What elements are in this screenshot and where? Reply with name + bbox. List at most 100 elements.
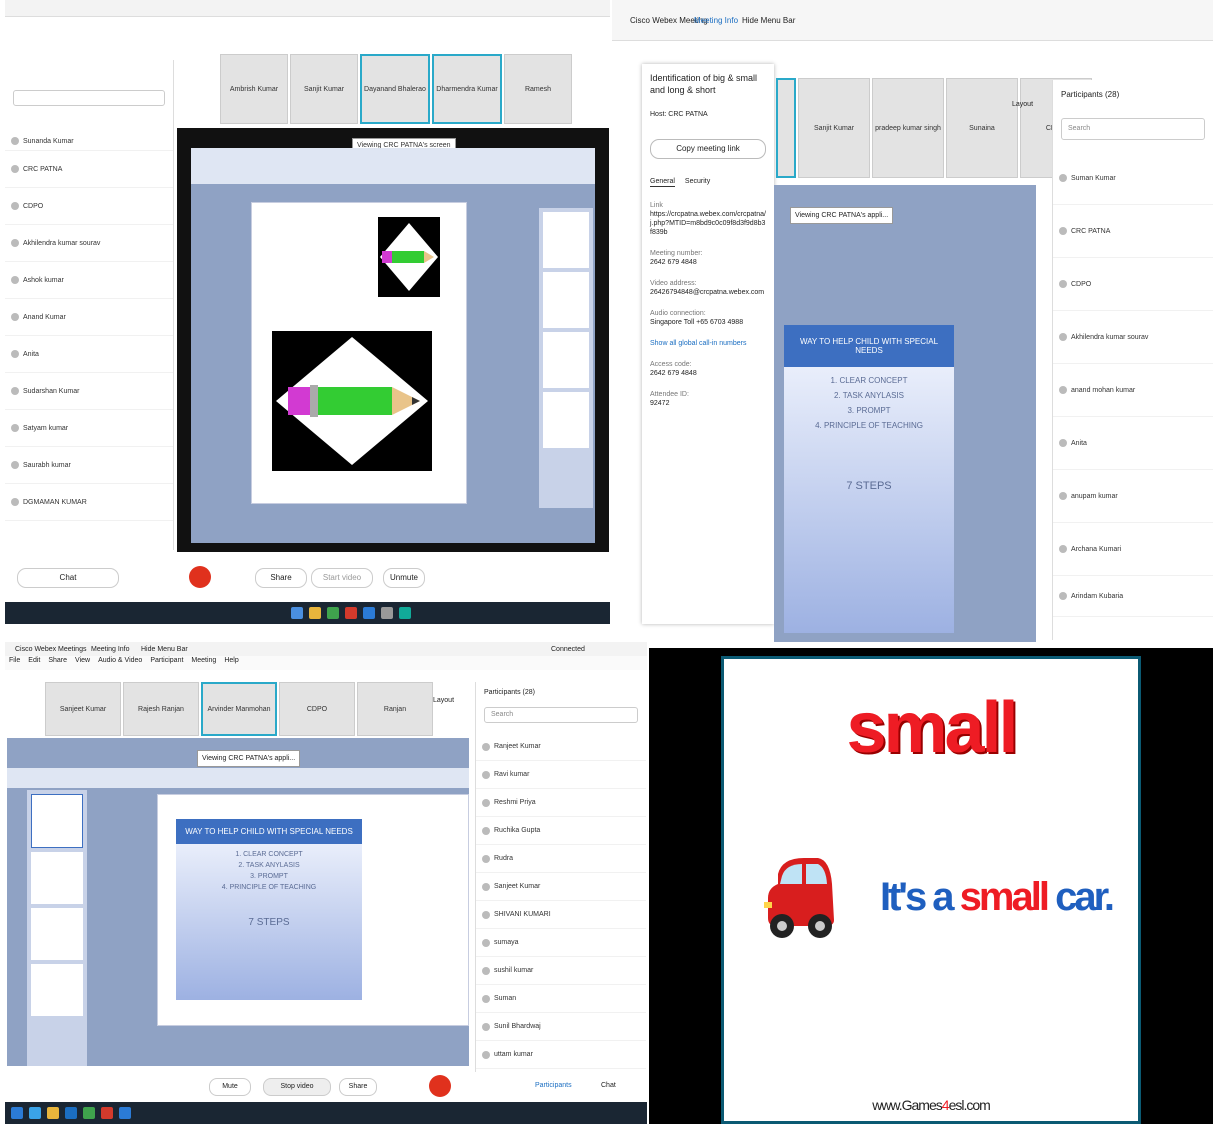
- video-button[interactable]: Start video: [311, 568, 373, 588]
- participant-row[interactable]: Saurabh kumar: [5, 447, 173, 484]
- menu-edit[interactable]: Edit: [28, 656, 40, 670]
- participant-row[interactable]: Sunanda Kumar: [5, 132, 173, 151]
- participant-row[interactable]: anupam kumar: [1053, 470, 1213, 523]
- participant-row[interactable]: Suman: [476, 985, 646, 1013]
- slide-thumbnail[interactable]: [31, 794, 83, 848]
- video-tile[interactable]: Ranjan: [357, 682, 433, 736]
- participant-row[interactable]: sushil kumar: [476, 957, 646, 985]
- app-icon[interactable]: [309, 607, 321, 619]
- slide-thumbnail[interactable]: [31, 964, 83, 1016]
- participant-row[interactable]: Reshmi Priya: [476, 789, 646, 817]
- video-tile[interactable]: Sanjit Kumar: [290, 54, 358, 124]
- menu-view[interactable]: View: [75, 656, 90, 670]
- menu-file[interactable]: File: [9, 656, 20, 670]
- participant-row[interactable]: Akhilendra kumar sourav: [1053, 311, 1213, 364]
- participant-row[interactable]: Anand Kumar: [5, 299, 173, 336]
- video-button[interactable]: Stop video: [263, 1078, 331, 1096]
- video-tile[interactable]: Sunaina: [946, 78, 1018, 178]
- tab-general[interactable]: General: [650, 177, 675, 187]
- participant-row[interactable]: CRC PATNA: [1053, 205, 1213, 258]
- menu-participant[interactable]: Participant: [150, 656, 183, 670]
- layout-button[interactable]: Layout: [1012, 100, 1033, 109]
- meeting-info-tab[interactable]: Meeting Info: [694, 16, 738, 26]
- participant-row[interactable]: Satyam kumar: [5, 410, 173, 447]
- app-icon[interactable]: [345, 607, 357, 619]
- hide-menu-bar[interactable]: Hide Menu Bar: [141, 645, 188, 654]
- participant-row[interactable]: Anita: [1053, 417, 1213, 470]
- slide-thumbnail[interactable]: [31, 852, 83, 904]
- slide-thumbnail[interactable]: [543, 332, 589, 388]
- link-value[interactable]: https://crcpatna.webex.com/crcpatna/j.ph…: [650, 210, 766, 237]
- participant-row[interactable]: sumaya: [476, 929, 646, 957]
- search-input[interactable]: Search: [1061, 118, 1205, 140]
- participant-row[interactable]: Archana Kumari: [1053, 523, 1213, 576]
- slide-thumbnail[interactable]: [31, 908, 83, 960]
- share-button[interactable]: Share: [339, 1078, 377, 1096]
- meeting-info-tab[interactable]: Meeting Info: [91, 645, 130, 654]
- slide-thumbnail[interactable]: [543, 272, 589, 328]
- participant-row[interactable]: Sunil Bhardwaj: [476, 1013, 646, 1041]
- chat-button[interactable]: Chat: [17, 568, 119, 588]
- app-icon[interactable]: [291, 607, 303, 619]
- participant-row[interactable]: Suman Kumar: [1053, 152, 1213, 205]
- app-icon[interactable]: [65, 1107, 77, 1119]
- video-tile[interactable]: Ramesh: [504, 54, 572, 124]
- menu-share[interactable]: Share: [48, 656, 67, 670]
- video-tile[interactable]: Sanjeet Kumar: [45, 682, 121, 736]
- slide-thumbnail[interactable]: [543, 212, 589, 268]
- video-tile[interactable]: Dharmendra Kumar: [432, 54, 502, 124]
- participant-row[interactable]: DGMAMAN KUMAR: [5, 484, 173, 521]
- tab-security[interactable]: Security: [685, 177, 710, 187]
- participant-row[interactable]: uttam kumar: [476, 1041, 646, 1069]
- participant-row[interactable]: Ruchika Gupta: [476, 817, 646, 845]
- app-icon[interactable]: [381, 607, 393, 619]
- video-tile[interactable]: [776, 78, 796, 178]
- participant-row[interactable]: CDPO: [5, 188, 173, 225]
- chat-button[interactable]: Chat: [601, 1081, 616, 1090]
- participant-row[interactable]: Sudarshan Kumar: [5, 373, 173, 410]
- menu-audio-video[interactable]: Audio & Video: [98, 656, 142, 670]
- app-icon[interactable]: [363, 607, 375, 619]
- app-icon[interactable]: [83, 1107, 95, 1119]
- participant-row[interactable]: CRC PATNA: [5, 151, 173, 188]
- hide-menu-bar[interactable]: Hide Menu Bar: [742, 16, 795, 26]
- search-input[interactable]: [13, 90, 165, 106]
- participant-row[interactable]: Ravi kumar: [476, 761, 646, 789]
- search-input[interactable]: Search: [484, 707, 638, 723]
- video-tile[interactable]: Dayanand Bhalerao: [360, 54, 430, 124]
- video-tile[interactable]: Sanjit Kumar: [798, 78, 870, 178]
- participant-row[interactable]: Rudra: [476, 845, 646, 873]
- mute-button[interactable]: Mute: [209, 1078, 251, 1096]
- participant-row[interactable]: Akhilendra kumar sourav: [5, 225, 173, 262]
- global-callin-link[interactable]: Show all global call-in numbers: [650, 339, 766, 348]
- participant-row[interactable]: Sanjeet Kumar: [476, 873, 646, 901]
- participant-row[interactable]: CDPO: [1053, 258, 1213, 311]
- app-icon[interactable]: [119, 1107, 131, 1119]
- app-icon[interactable]: [101, 1107, 113, 1119]
- mute-button[interactable]: Unmute: [383, 568, 425, 588]
- participant-row[interactable]: anand mohan kumar: [1053, 364, 1213, 417]
- video-tile[interactable]: CDPO: [279, 682, 355, 736]
- participant-row[interactable]: Ashok kumar: [5, 262, 173, 299]
- participant-row[interactable]: SHIVANI KUMARI: [476, 901, 646, 929]
- windows-icon[interactable]: [11, 1107, 23, 1119]
- video-tile[interactable]: pradeep kumar singh: [872, 78, 944, 178]
- participants-button[interactable]: Participants: [535, 1081, 572, 1090]
- app-icon[interactable]: [29, 1107, 41, 1119]
- menu-meeting[interactable]: Meeting: [191, 656, 216, 670]
- slide-thumbnail[interactable]: [543, 392, 589, 448]
- layout-button[interactable]: Layout: [433, 696, 454, 705]
- copy-link-button[interactable]: Copy meeting link: [650, 139, 766, 159]
- share-button[interactable]: Share: [255, 568, 307, 588]
- app-icon[interactable]: [327, 607, 339, 619]
- app-icon[interactable]: [47, 1107, 59, 1119]
- leave-button[interactable]: [429, 1075, 451, 1097]
- video-tile[interactable]: Rajesh Ranjan: [123, 682, 199, 736]
- participant-row[interactable]: Ranjeet Kumar: [476, 733, 646, 761]
- participant-row[interactable]: Anita: [5, 336, 173, 373]
- video-tile[interactable]: Arvinder Manmohan: [201, 682, 277, 736]
- participant-row[interactable]: Arindam Kubaria: [1053, 576, 1213, 617]
- app-icon[interactable]: [399, 607, 411, 619]
- menu-help[interactable]: Help: [224, 656, 238, 670]
- video-tile[interactable]: Ambrish Kumar: [220, 54, 288, 124]
